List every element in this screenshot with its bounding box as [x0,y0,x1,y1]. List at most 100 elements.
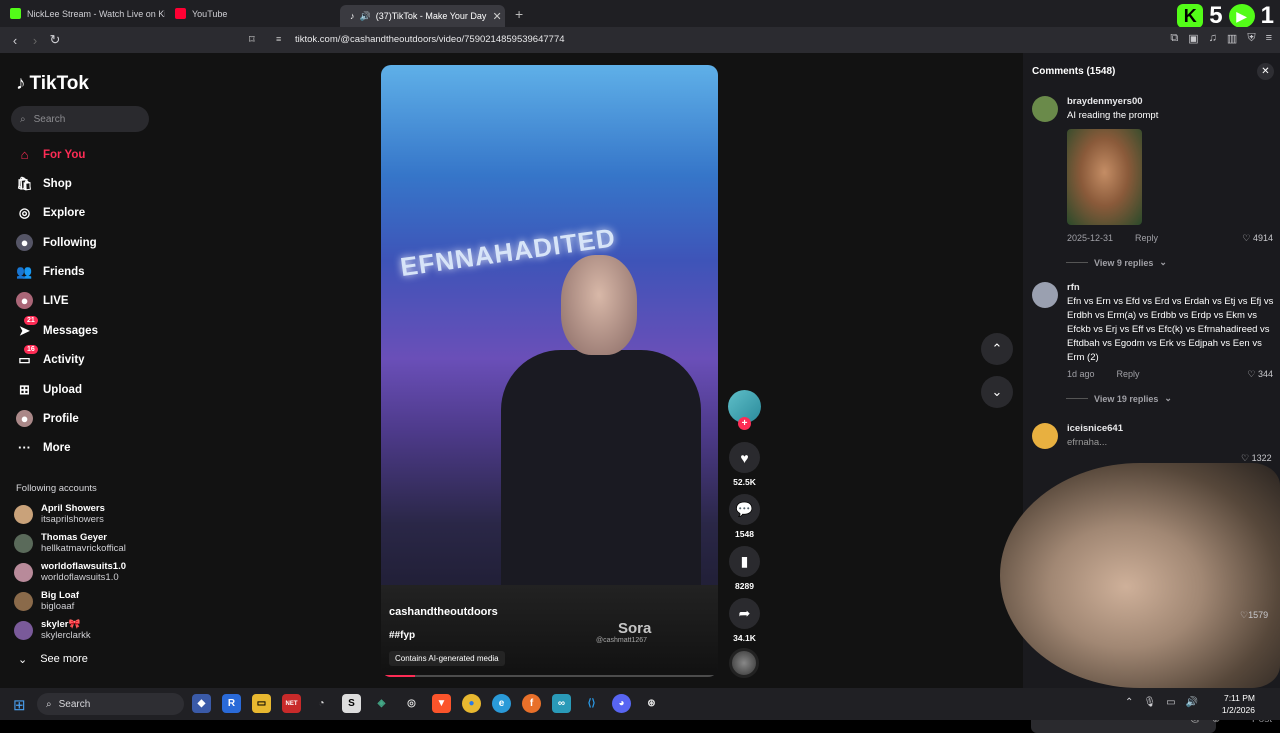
avatar[interactable] [1032,96,1058,122]
view-replies-button[interactable]: View 9 replies ⌄ [1066,257,1277,268]
sidebar-item-shop[interactable]: 🛍 Shop [16,175,72,192]
close-icon[interactable]: ✕ [1257,63,1274,80]
site-info-icon[interactable]: ≡ [276,34,281,44]
sidebar-icon[interactable]: ▥ [1227,32,1237,45]
comment-image[interactable] [1067,129,1142,225]
video-hashtag[interactable]: ##fyp [389,630,415,641]
app-icon[interactable]: ◈ [372,694,391,713]
sidebar-item-messages[interactable]: ➤ 21 Messages [16,316,98,339]
tab-kick[interactable]: NickLee Stream - Watch Live on Kick [0,3,165,25]
profile-icon: ● [16,410,33,427]
video-author[interactable]: cashandtheoutdoors [389,606,498,618]
search-input[interactable]: ⌕ Search [11,106,149,132]
app-icon[interactable]: S [342,694,361,713]
video-player[interactable]: EFNNAHADITED cashandtheoutdoors ##fyp Co… [381,65,718,677]
sidebar-item-for-you[interactable]: ⌂ For You [16,146,86,163]
taskbar-search[interactable]: ⌕ Search [37,693,184,715]
following-account[interactable]: Big Loaf bigloaaf [14,590,79,612]
wallet-icon[interactable]: ▣ [1188,32,1198,45]
comment-button[interactable]: 💬 1548 [728,494,761,539]
chevron-up-icon[interactable]: ⌃ [1125,697,1133,708]
following-account[interactable]: Thomas Geyer hellkatmavrickoffical [14,532,126,554]
chrome-icon[interactable]: ● [462,694,481,713]
sidebar-item-explore[interactable]: ◎ Explore [16,204,85,221]
vscode-icon[interactable]: ⟨⟩ [582,694,601,713]
microphone-icon[interactable]: 🎙 [1143,697,1156,708]
see-more-button[interactable]: ⌄ See more [18,653,88,666]
new-tab-button[interactable]: + [515,6,523,22]
url-field[interactable]: tiktok.com/@cashandtheoutdoors/video/759… [295,34,565,45]
ai-generated-label[interactable]: Contains AI-generated media [389,651,505,666]
sidebar-item-activity[interactable]: ▭ 16 Activity [16,345,85,368]
music-icon[interactable]: ♫ [1209,32,1217,45]
music-disc-icon[interactable] [729,648,759,678]
view-replies-button[interactable]: View 19 replies ⌄ [1066,393,1277,404]
following-account[interactable]: April Showers itsaprilshowers [14,503,105,525]
reload-icon[interactable]: ↻ [45,32,65,48]
like-button[interactable]: ♥ 52.5K [728,442,761,487]
avatar[interactable] [1032,282,1058,308]
next-video-button[interactable]: ⌄ [981,376,1013,408]
share-button[interactable]: ➦ 34.1K [728,598,761,643]
volume-icon[interactable]: 🔊 [1186,697,1198,708]
app-icon[interactable]: ◎ [402,694,421,713]
share-icon: ➦ [729,598,760,629]
avatar[interactable] [1032,423,1058,449]
close-tab-icon[interactable]: ✕ [492,10,501,23]
search-placeholder: Search [33,113,66,125]
app-icon[interactable]: NET [282,694,301,713]
sidebar-item-upload[interactable]: ⊞ Upload [16,381,82,398]
previous-video-button[interactable]: ⌃ [981,333,1013,365]
overlay-count: 5 [1209,2,1223,29]
sidebar-item-profile[interactable]: ● Profile [16,410,79,427]
save-button[interactable]: ▮ 8289 [728,546,761,591]
tab-tiktok[interactable]: ♪ 🔊 (37)TikTok - Make Your Day ✕ [340,5,505,27]
comment-user[interactable]: iceisnice641 [1067,423,1277,434]
forward-icon[interactable]: › [25,33,45,48]
account-handle: itsaprilshowers [41,514,104,525]
app-icon[interactable]: ◔ [312,694,331,713]
menu-icon[interactable]: ≡ [1266,32,1272,45]
following-account[interactable]: worldoflawsuits1.0 worldoflawsuits1.0 [14,561,126,583]
reply-button[interactable]: Reply [1117,369,1140,379]
live-icon: ● [16,292,33,309]
tiktok-logo[interactable]: ♪ TikTok [16,73,89,95]
sidebar-item-following[interactable]: ● Following [16,234,97,251]
bookmark-icon[interactable]: ⌑ [249,33,255,46]
reply-button[interactable]: Reply [1135,233,1158,243]
shield-icon[interactable]: ⛨ [1247,32,1255,45]
comment-user[interactable]: rfn [1067,282,1277,293]
webcam-overlay [1000,463,1280,688]
extensions-icon[interactable]: ⧉ [1170,32,1178,45]
tab-youtube[interactable]: YouTube [165,3,330,25]
creator-avatar[interactable]: + [728,390,761,430]
edge-icon[interactable]: e [492,694,511,713]
steam-icon[interactable]: ⊛ [642,694,661,713]
brave-icon[interactable]: ▼ [432,694,451,713]
firefox-icon[interactable]: f [522,694,541,713]
play-overlay-icon: ▶ [1228,4,1255,28]
app-icon[interactable]: ∞ [552,694,571,713]
app-icon[interactable]: R [222,694,241,713]
comment-user[interactable]: braydenmyers00 [1067,96,1277,107]
sidebar-item-live[interactable]: ● LIVE [16,292,69,309]
folder-icon[interactable]: ▭ [252,694,271,713]
taskbar-apps: ◆ R ▭ NET ◔ S ◈ ◎ ▼ ● e f ∞ ⟨⟩ ◕ ⊛ [192,694,661,713]
sidebar-item-friends[interactable]: 👥 Friends [16,263,84,280]
comment-like-button[interactable]: ♡ 4914 [1242,233,1273,244]
comment-like-count: 1579 [1248,610,1269,620]
comment-like-button[interactable]: ♡1579 [1240,610,1268,621]
dj-figure [501,350,701,610]
follow-plus-icon[interactable]: + [738,417,751,430]
app-icon[interactable]: ◆ [192,694,211,713]
monitor-icon[interactable]: ▭ [1166,697,1175,708]
sidebar-item-more[interactable]: ··· More [16,439,70,456]
back-icon[interactable]: ‹ [5,33,25,48]
taskbar-clock[interactable]: 7:11 PM 1/2/2026 [1222,692,1255,716]
comment-like-button[interactable]: ♡ 344 [1247,369,1273,380]
discord-icon[interactable]: ◕ [612,694,631,713]
taskbar-search-label: Search [58,698,91,710]
windows-start-icon[interactable]: ⊞ [13,696,26,714]
video-progress-bar[interactable] [381,675,718,677]
following-account[interactable]: skyler🎀 skylerclarkk [14,619,91,641]
